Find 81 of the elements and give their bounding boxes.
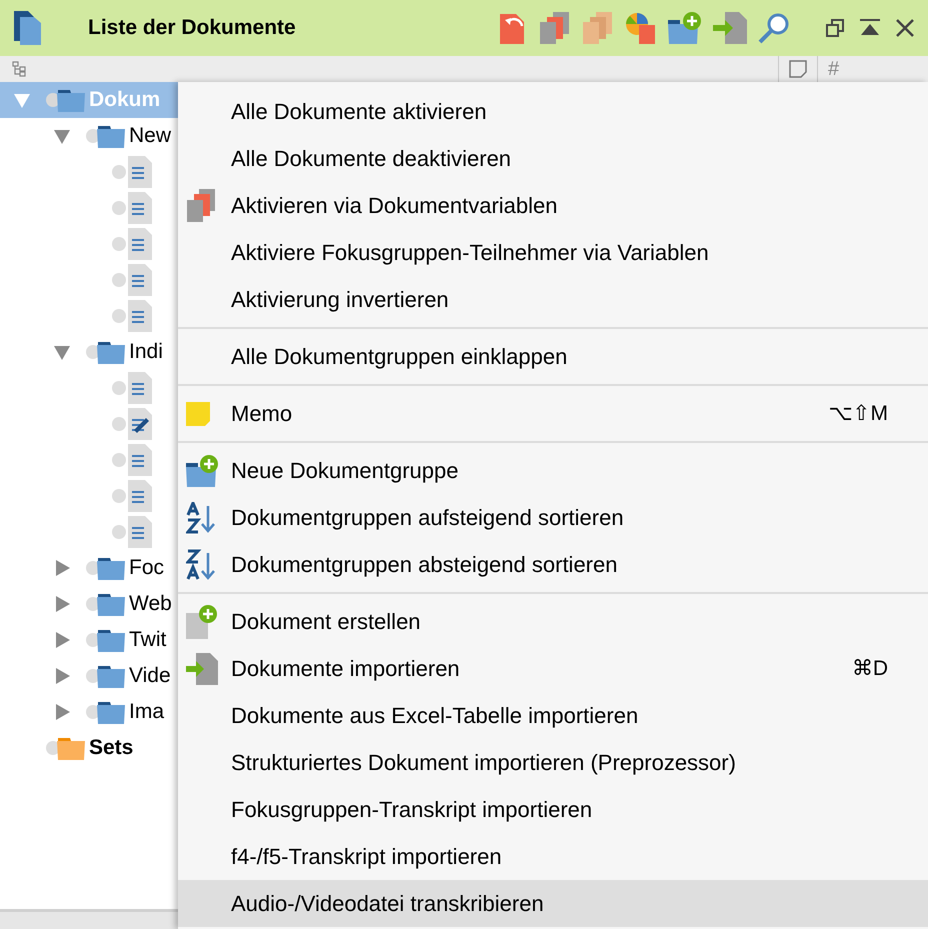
menu-item-label: Aktiviere Fokusgruppen-Teilnehmer via Variablen [231, 239, 709, 267]
expanded-triangle-icon[interactable] [53, 127, 71, 145]
folder-icon [97, 700, 125, 724]
import-document-icon[interactable] [713, 12, 747, 44]
memo-column-icon[interactable] [789, 60, 807, 78]
tree-label: Dokum [89, 87, 160, 114]
folder-icon [97, 556, 125, 580]
menu-item[interactable]: Aktiviere Fokusgruppen-Teilnehmer via Variablen [178, 229, 928, 276]
window-title: Liste der Dokumente [88, 15, 296, 42]
menu-item[interactable]: Dokumente aus Excel-Tabelle importieren [178, 692, 928, 739]
new-folder-icon [186, 454, 218, 486]
menu-item[interactable]: Alle Dokumentgruppen einklappen [178, 333, 928, 380]
menu-item[interactable]: Dokumentgruppen absteigend sortieren [178, 541, 928, 588]
menu-item[interactable]: f4-/f5-Transkript importieren [178, 833, 928, 880]
menu-item[interactable]: Aktivieren via Dokumentvariablen [178, 182, 928, 229]
menu-item[interactable]: Memo ⌥⇧M [178, 390, 928, 437]
sort-descending-icon [186, 548, 216, 580]
tree-label: New [129, 123, 172, 150]
stacked-pages-icon [186, 188, 216, 222]
menu-item[interactable]: Dokumentgruppen aufsteigend sortieren [178, 494, 928, 541]
new-document-icon [186, 604, 218, 638]
menu-item-label: Dokumente aus Excel-Tabelle importieren [231, 702, 638, 730]
tree-structure-icon[interactable] [12, 61, 26, 77]
expanded-triangle-icon[interactable] [13, 91, 31, 109]
tree-label: Foc [129, 555, 164, 582]
menu-item-label: Dokument erstellen [231, 608, 421, 636]
folder-icon [97, 664, 125, 688]
restore-window-icon[interactable] [826, 19, 844, 37]
menu-item[interactable]: Neue Dokumentgruppe [178, 447, 928, 494]
collapse-panel-icon[interactable] [860, 19, 880, 37]
search-icon[interactable] [758, 12, 790, 44]
tree-label: Sets [89, 735, 134, 762]
menu-item-label: Audio-/Videodatei transkribieren [231, 890, 544, 918]
menu-item[interactable]: Alle Dokumente deaktivieren [178, 135, 928, 182]
collapsed-triangle-icon[interactable] [53, 703, 71, 721]
menu-item[interactable]: Aktivierung invertieren [178, 276, 928, 323]
menu-item-label: Strukturiertes Dokument importieren (Preprozessor) [231, 749, 736, 777]
keyboard-shortcut: ⌘D [852, 656, 888, 682]
menu-item-label: Dokumentgruppen absteigend sortieren [231, 551, 618, 579]
menu-item-label: Dokumente importieren [231, 655, 460, 683]
tree-label: Web [129, 591, 172, 618]
menu-item[interactable]: Dokument erstellen [178, 598, 928, 645]
keyboard-shortcut: ⌥⇧M [828, 400, 888, 427]
menu-item-label: Alle Dokumentgruppen einklappen [231, 343, 568, 371]
folder-icon [97, 340, 125, 364]
tree-label: Indi [129, 339, 163, 366]
folder-icon [97, 592, 125, 616]
memo-note-icon [186, 402, 210, 426]
tree-label: Vide [129, 663, 171, 690]
menu-item-label: f4-/f5-Transkript importieren [231, 843, 502, 871]
pie-chart-document-icon[interactable] [625, 12, 657, 44]
menu-item[interactable]: Alle Dokumente aktivieren [178, 88, 928, 135]
menu-item-label: Alle Dokumente deaktivieren [231, 145, 512, 173]
menu-item-label: Memo [231, 400, 292, 428]
menu-item-label: Aktivieren via Dokumentvariablen [231, 192, 558, 220]
collapsed-triangle-icon[interactable] [53, 559, 71, 577]
menu-item-label: Neue Dokumentgruppe [231, 457, 458, 485]
collapsed-triangle-icon[interactable] [53, 631, 71, 649]
menu-item-label: Aktivierung invertieren [231, 286, 449, 314]
folder-icon [57, 88, 85, 112]
folder-icon [97, 628, 125, 652]
collapsed-triangle-icon[interactable] [53, 667, 71, 685]
menu-item-label: Fokusgruppen-Transkript importieren [231, 796, 592, 824]
set-folder-icon [57, 736, 85, 760]
close-icon[interactable] [896, 19, 914, 37]
import-document-icon [186, 652, 218, 684]
new-folder-icon[interactable] [668, 12, 702, 44]
collapsed-triangle-icon[interactable] [53, 595, 71, 613]
tree-label: Twit [129, 627, 166, 654]
tree-label: Ima [129, 699, 164, 726]
folder-icon [97, 124, 125, 148]
menu-item[interactable]: Dokumente importieren ⌘D [178, 645, 928, 692]
menu-item[interactable]: Strukturiertes Dokument importieren (Preprozessor) [178, 739, 928, 786]
menu-item-label: Alle Dokumente aktivieren [231, 98, 487, 126]
stacked-pages-icon[interactable] [539, 12, 571, 44]
sort-ascending-icon [186, 502, 216, 534]
menu-item-label: Dokumentgruppen aufsteigend sortieren [231, 504, 624, 532]
menu-item[interactable]: Fokusgruppen-Transkript importieren [178, 786, 928, 833]
expanded-triangle-icon[interactable] [53, 343, 71, 361]
documents-icon [14, 11, 42, 45]
menu-item[interactable]: Audio-/Videodatei transkribieren [178, 880, 928, 927]
